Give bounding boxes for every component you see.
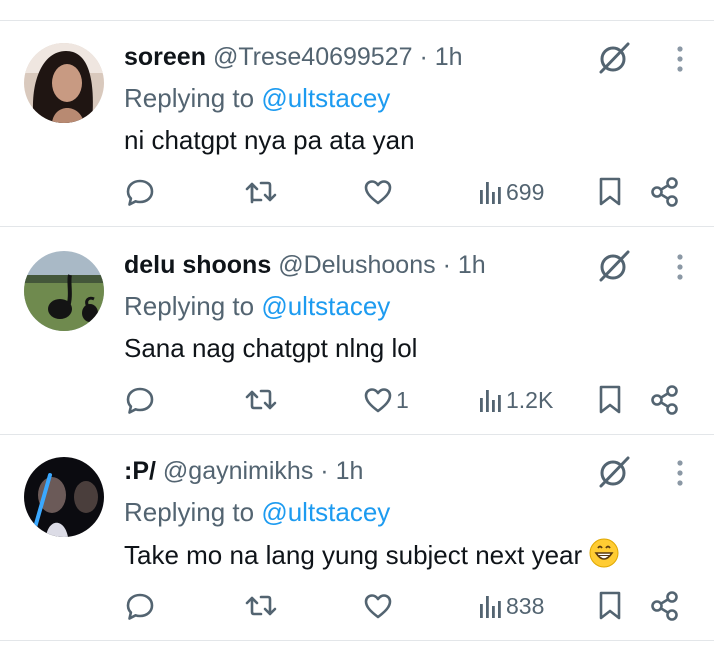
views-icon	[480, 182, 501, 204]
retweet-icon	[245, 181, 277, 204]
bookmark-icon	[599, 177, 621, 206]
heart-icon	[364, 594, 392, 619]
replying-to: Replying to @ultstacey	[124, 291, 390, 321]
grok-icon[interactable]	[596, 248, 632, 284]
more-vertical-icon[interactable]	[668, 42, 692, 76]
tweet-text: ni chatgpt nya pa ata yan	[124, 125, 415, 155]
bookmark-button[interactable]	[596, 382, 624, 418]
avatar[interactable]	[24, 457, 104, 537]
share-button[interactable]	[650, 382, 680, 418]
action-bar: 699	[0, 174, 714, 210]
view-count: 838	[506, 592, 545, 619]
action-bar: 1 1.2K	[0, 382, 714, 418]
tweet-text-row: Take mo na lang yung subject next year	[124, 538, 619, 575]
tweet-text: Sana nag chatgpt nlng lol	[124, 333, 418, 363]
views-button[interactable]: 838	[478, 588, 544, 624]
mention-link[interactable]: @ultstacey	[261, 497, 390, 527]
share-button[interactable]	[650, 588, 680, 624]
grok-icon[interactable]	[596, 454, 632, 490]
user-handle[interactable]: @gaynimikhs	[163, 457, 313, 485]
views-icon	[480, 390, 501, 412]
user-handle[interactable]: @Trese40699527	[213, 43, 413, 71]
grinning-face-emoji-icon	[589, 538, 619, 575]
like-button[interactable]: 1	[362, 382, 409, 418]
heart-icon	[364, 180, 392, 205]
display-name[interactable]: :P/	[124, 457, 156, 485]
timestamp[interactable]: · 1h	[443, 251, 486, 279]
avatar[interactable]	[24, 251, 104, 331]
reply-tweet[interactable]: soreen @Trese40699527 · 1h Replying to @…	[0, 20, 714, 226]
display-name[interactable]: soreen	[124, 43, 206, 71]
share-icon	[651, 177, 678, 207]
bottom-divider	[0, 640, 714, 641]
views-icon	[480, 596, 501, 618]
bookmark-icon	[599, 591, 621, 620]
reply-icon	[126, 387, 154, 414]
reply-tweet[interactable]: delu shoons @Delushoons · 1h Replying to…	[0, 228, 714, 434]
retweet-icon	[245, 595, 277, 616]
like-count: 1	[396, 386, 409, 413]
bookmark-button[interactable]	[596, 174, 624, 210]
mention-link[interactable]: @ultstacey	[261, 83, 390, 113]
like-button[interactable]	[362, 588, 396, 624]
bookmark-icon	[599, 385, 621, 414]
more-vertical-icon[interactable]	[668, 250, 692, 284]
action-bar: 838	[0, 588, 714, 624]
views-button[interactable]: 1.2K	[478, 382, 553, 418]
replying-prefix: Replying to	[124, 291, 255, 321]
reply-button[interactable]	[124, 588, 156, 624]
grok-icon[interactable]	[596, 40, 632, 76]
retweet-button[interactable]	[244, 588, 278, 624]
tweet-header: soreen @Trese40699527 · 1h	[124, 42, 463, 72]
reply-tweet[interactable]: :P/ @gaynimikhs · 1h Replying to @ultsta…	[0, 434, 714, 640]
more-vertical-icon[interactable]	[668, 456, 692, 490]
avatar[interactable]	[24, 43, 104, 123]
heart-icon	[364, 388, 392, 413]
display-name[interactable]: delu shoons	[124, 251, 271, 279]
share-icon	[651, 591, 678, 621]
retweet-button[interactable]	[244, 174, 278, 210]
mention-link[interactable]: @ultstacey	[261, 291, 390, 321]
replying-prefix: Replying to	[124, 83, 255, 113]
share-button[interactable]	[650, 174, 680, 210]
reply-button[interactable]	[124, 174, 156, 210]
reply-icon	[126, 179, 154, 206]
bookmark-button[interactable]	[596, 588, 624, 624]
replying-prefix: Replying to	[124, 497, 255, 527]
reply-icon	[126, 593, 154, 620]
divider	[0, 226, 714, 227]
timestamp[interactable]: · 1h	[320, 457, 363, 485]
reply-button[interactable]	[124, 382, 156, 418]
view-count: 699	[506, 178, 545, 205]
views-button[interactable]: 699	[478, 174, 544, 210]
tweet-text: Take mo na lang yung subject next year	[124, 540, 583, 570]
tweet-header: delu shoons @Delushoons · 1h	[124, 250, 486, 280]
replying-to: Replying to @ultstacey	[124, 83, 390, 113]
retweet-icon	[245, 389, 277, 410]
like-button[interactable]	[362, 174, 396, 210]
tweet-header: :P/ @gaynimikhs · 1h	[124, 456, 363, 486]
timestamp[interactable]: · 1h	[419, 43, 462, 71]
replying-to: Replying to @ultstacey	[124, 497, 390, 527]
retweet-button[interactable]	[244, 382, 278, 418]
view-count: 1.2K	[506, 386, 554, 413]
share-icon	[651, 385, 678, 415]
user-handle[interactable]: @Delushoons	[278, 251, 435, 279]
